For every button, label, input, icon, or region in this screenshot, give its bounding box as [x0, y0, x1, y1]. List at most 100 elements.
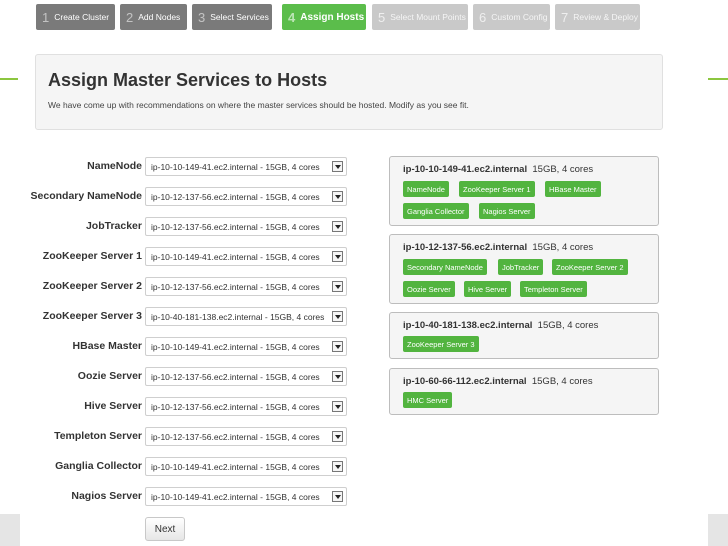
service-badge: ZooKeeper Server 2	[552, 259, 628, 275]
step-select-mount-points[interactable]: 5 Select Mount Points	[372, 4, 468, 30]
host-select[interactable]: ip-10-10-149-41.ec2.internal - 15GB, 4 c…	[145, 487, 347, 506]
host-select[interactable]: ip-10-10-149-41.ec2.internal - 15GB, 4 c…	[145, 157, 347, 176]
chevron-down-icon	[332, 461, 343, 472]
step-label: Review & Deploy	[573, 12, 638, 22]
step-number: 2	[126, 9, 134, 25]
host-card-title: ip-10-12-137-56.ec2.internal 15GB, 4 cor…	[403, 242, 593, 253]
host-name: ip-10-60-66-112.ec2.internal	[403, 376, 527, 387]
host-name: ip-10-40-181-138.ec2.internal	[403, 320, 533, 331]
step-number: 6	[479, 9, 487, 25]
host-card-title: ip-10-60-66-112.ec2.internal 15GB, 4 cor…	[403, 376, 593, 387]
host-select-value: ip-10-10-149-41.ec2.internal - 15GB, 4 c…	[151, 491, 320, 502]
host-select-value: ip-10-10-149-41.ec2.internal - 15GB, 4 c…	[151, 341, 320, 352]
service-label: Templeton Server	[54, 430, 142, 442]
chevron-down-icon	[332, 161, 343, 172]
service-badge: Hive Server	[464, 281, 512, 297]
chevron-down-icon	[332, 251, 343, 262]
page-title: Assign Master Services to Hosts	[48, 70, 328, 90]
step-label: Add Nodes	[138, 12, 181, 22]
service-label: Ganglia Collector	[55, 460, 142, 472]
service-label: ZooKeeper Server 2	[42, 280, 142, 292]
host-select[interactable]: ip-10-10-149-41.ec2.internal - 15GB, 4 c…	[145, 337, 347, 356]
step-label: Select Services	[210, 12, 269, 22]
service-badge: ZooKeeper Server 1	[459, 181, 535, 197]
step-select-services[interactable]: 3 Select Services	[192, 4, 272, 30]
step-label: Select Mount Points	[390, 12, 466, 22]
service-badge: HMC Server	[403, 392, 453, 408]
right-accent-line	[708, 78, 728, 80]
host-select[interactable]: ip-10-12-137-56.ec2.internal - 15GB, 4 c…	[145, 397, 347, 416]
chevron-down-icon	[332, 221, 343, 232]
page-description: We have come up with recommendations on …	[48, 100, 469, 110]
host-specs: 15GB, 4 cores	[532, 242, 594, 253]
next-button[interactable]: Next	[145, 517, 185, 541]
host-specs: 15GB, 4 cores	[537, 320, 599, 331]
host-select-value: ip-10-12-137-56.ec2.internal - 15GB, 4 c…	[151, 431, 320, 442]
step-label: Assign Hosts	[300, 11, 365, 23]
host-select[interactable]: ip-10-10-149-41.ec2.internal - 15GB, 4 c…	[145, 247, 347, 266]
host-select-value: ip-10-10-149-41.ec2.internal - 15GB, 4 c…	[151, 251, 320, 262]
step-assign-hosts[interactable]: 4 Assign Hosts	[282, 4, 366, 30]
step-number: 5	[378, 9, 386, 25]
service-label: Oozie Server	[77, 370, 142, 382]
host-select-value: ip-10-12-137-56.ec2.internal - 15GB, 4 c…	[151, 401, 320, 412]
host-name: ip-10-10-149-41.ec2.internal	[403, 164, 528, 175]
host-select-value: ip-10-10-149-41.ec2.internal - 15GB, 4 c…	[151, 461, 320, 472]
host-select-value: ip-10-12-137-56.ec2.internal - 15GB, 4 c…	[151, 281, 320, 292]
host-specs: 15GB, 4 cores	[531, 376, 593, 387]
host-specs: 15GB, 4 cores	[532, 164, 594, 175]
host-card-title: ip-10-40-181-138.ec2.internal 15GB, 4 co…	[403, 320, 598, 331]
service-label: NameNode	[87, 160, 142, 172]
right-edge-panel	[708, 514, 728, 546]
host-select[interactable]: ip-10-12-137-56.ec2.internal - 15GB, 4 c…	[145, 217, 347, 236]
step-number: 4	[288, 9, 296, 25]
host-select-value: ip-10-12-137-56.ec2.internal - 15GB, 4 c…	[151, 191, 320, 202]
header-panel: Assign Master Services to Hosts We have …	[35, 54, 663, 130]
chevron-down-icon	[332, 491, 343, 502]
service-label: Nagios Server	[71, 490, 142, 502]
host-select-value: ip-10-12-137-56.ec2.internal - 15GB, 4 c…	[151, 371, 320, 382]
chevron-down-icon	[332, 341, 343, 352]
host-name: ip-10-12-137-56.ec2.internal	[403, 242, 528, 253]
host-card: ip-10-60-66-112.ec2.internal 15GB, 4 cor…	[389, 368, 659, 415]
host-select[interactable]: ip-10-40-181-138.ec2.internal - 15GB, 4 …	[145, 307, 347, 326]
service-label: JobTracker	[85, 220, 142, 232]
host-select-value: ip-10-12-137-56.ec2.internal - 15GB, 4 c…	[151, 221, 320, 232]
service-badge: Ganglia Collector	[403, 203, 469, 219]
step-create-cluster[interactable]: 1 Create Cluster	[36, 4, 115, 30]
host-select[interactable]: ip-10-10-149-41.ec2.internal - 15GB, 4 c…	[145, 457, 347, 476]
step-review-deploy[interactable]: 7 Review & Deploy	[555, 4, 640, 30]
host-select[interactable]: ip-10-12-137-56.ec2.internal - 15GB, 4 c…	[145, 187, 347, 206]
host-select-value: ip-10-10-149-41.ec2.internal - 15GB, 4 c…	[151, 161, 320, 172]
step-number: 3	[198, 9, 206, 25]
service-badge: Secondary NameNode	[403, 259, 487, 275]
service-badge: Oozie Server	[403, 281, 455, 297]
service-label: HBase Master	[72, 340, 142, 352]
chevron-down-icon	[332, 431, 343, 442]
host-card: ip-10-10-149-41.ec2.internal 15GB, 4 cor…	[389, 156, 659, 226]
step-custom-config[interactable]: 6 Custom Config	[473, 4, 550, 30]
host-card: ip-10-12-137-56.ec2.internal 15GB, 4 cor…	[389, 234, 659, 304]
left-accent-line	[0, 78, 18, 80]
host-card-title: ip-10-10-149-41.ec2.internal 15GB, 4 cor…	[403, 164, 593, 175]
service-label: Secondary NameNode	[30, 190, 142, 202]
host-select[interactable]: ip-10-12-137-56.ec2.internal - 15GB, 4 c…	[145, 427, 347, 446]
step-number: 1	[42, 9, 50, 25]
service-badge: ZooKeeper Server 3	[403, 336, 479, 352]
chevron-down-icon	[332, 401, 343, 412]
host-card: ip-10-40-181-138.ec2.internal 15GB, 4 co…	[389, 312, 659, 359]
chevron-down-icon	[332, 191, 343, 202]
step-label: Custom Config	[491, 12, 548, 22]
service-label: ZooKeeper Server 3	[42, 310, 142, 322]
service-badge: HBase Master	[545, 181, 601, 197]
step-add-nodes[interactable]: 2 Add Nodes	[120, 4, 187, 30]
service-label: Hive Server	[84, 400, 142, 412]
step-number: 7	[561, 9, 569, 25]
chevron-down-icon	[332, 371, 343, 382]
service-badge: JobTracker	[498, 259, 544, 275]
service-badge: Templeton Server	[520, 281, 587, 297]
host-select-value: ip-10-40-181-138.ec2.internal - 15GB, 4 …	[151, 311, 325, 322]
left-edge-panel	[0, 514, 20, 546]
host-select[interactable]: ip-10-12-137-56.ec2.internal - 15GB, 4 c…	[145, 277, 347, 296]
host-select[interactable]: ip-10-12-137-56.ec2.internal - 15GB, 4 c…	[145, 367, 347, 386]
